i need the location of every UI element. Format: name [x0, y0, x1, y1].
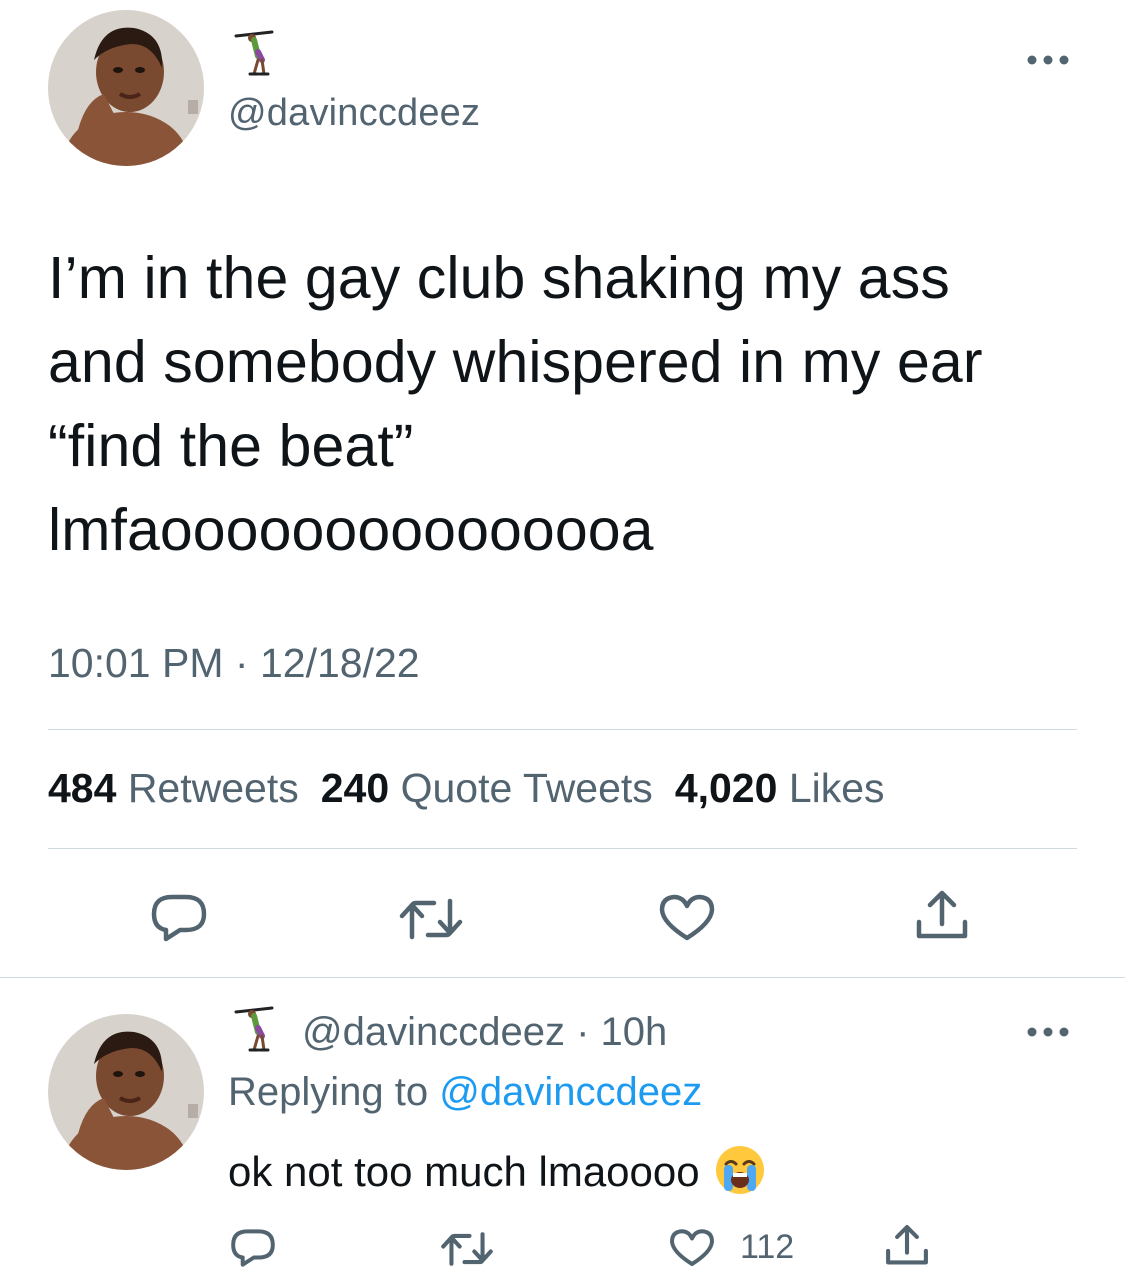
retweet-icon[interactable]: [440, 1231, 494, 1267]
tweet-date[interactable]: 12/18/22: [260, 640, 420, 686]
tweet-text-line: “find the beat”: [48, 413, 414, 479]
likes-stat[interactable]: 4,020 Likes: [675, 765, 907, 811]
divider: [48, 848, 1077, 849]
reply-icon[interactable]: [150, 893, 208, 943]
separator: ·: [234, 640, 249, 686]
tweet-text-line: and somebody whispered in my ear: [48, 329, 983, 395]
retweets-count: 484: [48, 765, 117, 811]
heart-icon[interactable]: [657, 893, 717, 943]
replying-prefix: Replying to: [228, 1070, 429, 1114]
tweet-text-line: lmfaooooooooooooooa: [48, 497, 654, 563]
share-icon[interactable]: [884, 1224, 930, 1268]
quotes-count: 240: [320, 765, 390, 811]
quotes-label: Quote Tweets: [400, 765, 653, 811]
tweet-text-line: I’m in the gay club shaking my ass: [48, 245, 950, 311]
avatar[interactable]: [48, 1014, 204, 1170]
reply-age[interactable]: 10h: [601, 1010, 668, 1054]
tweet-text: I’m in the gay club shaking my ass and s…: [48, 236, 1088, 572]
avatar[interactable]: [48, 10, 204, 166]
reply-text-body: ok not too much lmaoooo: [228, 1148, 700, 1195]
gymnast-emoji-icon: [228, 1006, 282, 1060]
heart-icon[interactable]: [668, 1228, 716, 1268]
mention-link[interactable]: @davinccdeez: [439, 1070, 702, 1114]
separator: ·: [576, 1010, 590, 1054]
retweet-icon[interactable]: [398, 897, 464, 941]
share-icon[interactable]: [914, 890, 970, 942]
more-icon[interactable]: [1023, 50, 1073, 70]
reply-like-count: 112: [740, 1228, 795, 1266]
tweet-time[interactable]: 10:01 PM: [48, 640, 224, 686]
more-icon[interactable]: [1023, 1022, 1073, 1042]
reply-author-handle[interactable]: @davinccdeez: [302, 1010, 565, 1054]
likes-count: 4,020: [674, 765, 778, 811]
tweet-stats: 484 Retweets 240 Quote Tweets 4,020 Likes: [48, 765, 907, 812]
reply-icon[interactable]: [230, 1228, 276, 1268]
reply-header: @davinccdeez · 10h: [302, 1010, 667, 1055]
retweets-label: Retweets: [127, 765, 299, 811]
quotes-stat[interactable]: 240 Quote Tweets: [321, 765, 675, 811]
loudly-crying-face-icon: [714, 1144, 766, 1196]
gymnast-emoji-icon: [228, 30, 282, 84]
divider: [48, 729, 1077, 730]
reply-text: ok not too much lmaoooo: [228, 1144, 766, 1196]
likes-label: Likes: [788, 765, 885, 811]
tweet-timestamp[interactable]: 10:01 PM · 12/18/22: [48, 640, 420, 687]
replying-to: Replying to @davinccdeez: [228, 1070, 702, 1115]
author-handle[interactable]: @davinccdeez: [228, 92, 480, 135]
divider: [0, 977, 1125, 978]
retweets-stat[interactable]: 484 Retweets: [48, 765, 321, 811]
